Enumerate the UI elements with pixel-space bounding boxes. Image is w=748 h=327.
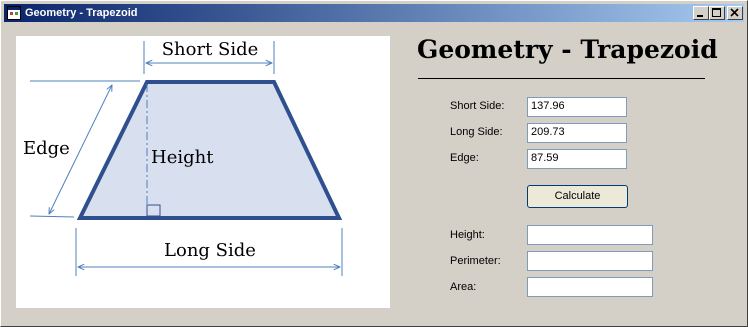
height-label: Height: [151, 147, 214, 168]
long-side-input[interactable]: 209.73: [527, 123, 627, 143]
page-title: Geometry - Trapezoid: [417, 35, 718, 64]
area-output[interactable]: [527, 277, 653, 297]
edge-label: Edge: [23, 138, 70, 159]
window-title: Geometry - Trapezoid: [25, 7, 138, 19]
close-button[interactable]: [727, 6, 743, 20]
calculate-button[interactable]: Calculate: [527, 185, 628, 208]
edge-label-text: Edge:: [450, 152, 479, 164]
minimize-button[interactable]: [693, 6, 709, 20]
height-result-label: Height:: [450, 229, 485, 241]
title-bar[interactable]: Geometry - Trapezoid: [4, 4, 744, 22]
long-side-label-text: Long Side:: [450, 126, 503, 138]
short-side-input[interactable]: 137.96: [527, 97, 627, 117]
area-result-label: Area:: [450, 281, 477, 293]
height-output[interactable]: [527, 225, 653, 245]
edge-input[interactable]: 87.59: [527, 149, 627, 169]
short-side-label: Short Side: [162, 39, 259, 60]
app-window-icon: [7, 6, 21, 20]
long-side-label: Long Side: [164, 240, 256, 261]
trapezoid-diagram: Short Side Long Side Edge Height: [16, 36, 390, 308]
maximize-button[interactable]: [709, 6, 725, 20]
edge-extension-bottom: [29, 215, 75, 218]
close-icon: [730, 8, 739, 17]
minimize-icon: [697, 15, 703, 17]
title-underline: [418, 78, 705, 79]
short-side-label-text: Short Side:: [450, 100, 505, 112]
perimeter-output[interactable]: [527, 251, 653, 271]
maximize-icon: [712, 8, 721, 17]
app-window: Geometry - Trapezoid Short Side Long Sid…: [0, 0, 748, 327]
perimeter-result-label: Perimeter:: [450, 255, 501, 267]
